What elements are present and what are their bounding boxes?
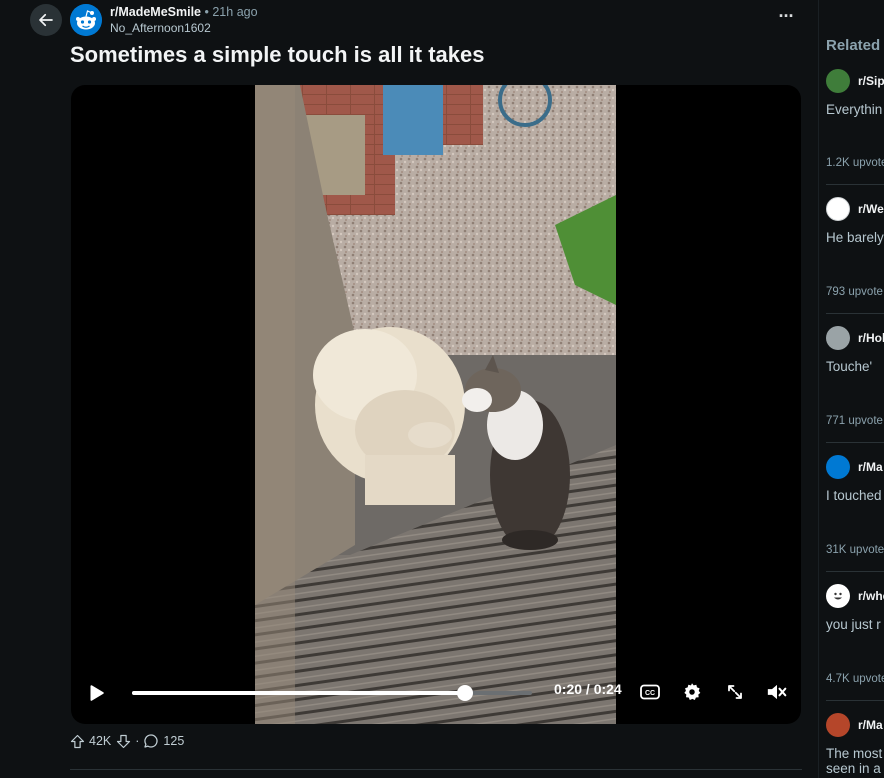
- mute-button[interactable]: [765, 680, 789, 704]
- author-link[interactable]: No_Afternoon1602: [110, 21, 211, 35]
- related-title: you just r: [826, 617, 881, 632]
- svg-text:CC: CC: [645, 690, 655, 697]
- arrow-left-icon: [39, 13, 53, 27]
- content-divider: [70, 769, 802, 770]
- related-divider: [826, 442, 884, 443]
- related-post[interactable]: r/Ma The most seen in a: [826, 713, 884, 776]
- downvote-button[interactable]: [116, 734, 131, 749]
- related-subreddit[interactable]: r/whe: [858, 589, 884, 603]
- related-post[interactable]: r/whe you just r: [826, 584, 884, 632]
- subreddit-icon: [826, 326, 850, 350]
- back-button[interactable]: [30, 4, 62, 36]
- related-subreddit[interactable]: r/Sip: [858, 74, 884, 88]
- related-sidebar: Related r/Sip Everythin 1.2K upvote r/We…: [818, 0, 884, 778]
- expand-icon: [728, 685, 742, 699]
- related-post[interactable]: r/Sip Everythin: [826, 69, 884, 117]
- comment-count: 125: [163, 734, 185, 748]
- related-title: Touche': [826, 359, 873, 374]
- volume-muted-icon: [767, 684, 787, 700]
- seek-bar-progress: [132, 691, 466, 695]
- post-time: 21h ago: [212, 5, 258, 19]
- related-subreddit[interactable]: r/Hol: [858, 331, 884, 345]
- related-title: The most: [826, 746, 883, 761]
- related-title: He barely: [826, 230, 884, 245]
- comment-icon: [144, 734, 159, 748]
- related-divider: [826, 184, 884, 185]
- related-title-line2: seen in a: [826, 761, 881, 776]
- post-title: Sometimes a simple touch is all it takes: [70, 42, 485, 67]
- upvote-button[interactable]: [70, 734, 85, 749]
- actions-separator: ·: [135, 734, 140, 748]
- related-votes: 31K upvote: [826, 544, 884, 556]
- gear-icon: [684, 683, 701, 700]
- captions-button[interactable]: CC: [638, 680, 662, 704]
- related-post[interactable]: r/We He barely: [826, 197, 884, 245]
- seek-bar[interactable]: [132, 685, 532, 701]
- downvote-icon: [117, 734, 131, 748]
- play-icon: [90, 685, 104, 701]
- related-subreddit[interactable]: r/We: [858, 202, 884, 216]
- related-post[interactable]: r/Ma I touched: [826, 455, 884, 503]
- snoo-icon: [826, 197, 850, 221]
- snoo-icon: [70, 4, 102, 36]
- post-actions: 42K · 125: [70, 731, 184, 751]
- related-votes: 771 upvote: [826, 415, 883, 427]
- video-frame: [255, 85, 616, 724]
- related-title: I touched: [826, 488, 882, 503]
- vote-count: 42K: [89, 734, 112, 748]
- related-post[interactable]: r/Hol Touche': [826, 326, 884, 374]
- subreddit-icon: [826, 69, 850, 93]
- related-divider: [826, 571, 884, 572]
- snoo-icon: [826, 455, 850, 479]
- ellipsis-icon: ···: [778, 6, 795, 26]
- comments-button[interactable]: 125: [143, 733, 184, 749]
- related-subreddit[interactable]: r/Ma: [858, 460, 883, 474]
- related-votes: 4.7K upvote: [826, 673, 884, 685]
- time-display: 0:20 / 0:24: [554, 681, 622, 697]
- smiley-icon: [826, 584, 850, 608]
- upvote-icon: [70, 734, 85, 748]
- related-votes: 1.2K upvote: [826, 157, 884, 169]
- subreddit-icon: [826, 713, 850, 737]
- post-meta: r/MadeMeSmile • 21h ago: [110, 5, 258, 19]
- related-heading: Related: [826, 37, 881, 54]
- video-controls: 0:20 / 0:24 CC: [71, 674, 801, 724]
- video-player[interactable]: 0:20 / 0:24 CC: [71, 85, 801, 724]
- related-subreddit[interactable]: r/Ma: [858, 718, 883, 732]
- related-divider: [826, 700, 884, 701]
- play-button[interactable]: [85, 682, 107, 704]
- settings-button[interactable]: [680, 680, 704, 704]
- fullscreen-button[interactable]: [723, 680, 747, 704]
- related-title: Everythin: [826, 102, 883, 117]
- closed-captions-icon: CC: [640, 684, 660, 700]
- related-votes: 793 upvote: [826, 286, 883, 298]
- subreddit-link[interactable]: r/MadeMeSmile: [110, 5, 201, 19]
- more-options-button[interactable]: ···: [776, 7, 796, 30]
- seek-handle[interactable]: [457, 685, 474, 701]
- related-divider: [826, 313, 884, 314]
- subreddit-avatar[interactable]: [70, 4, 102, 36]
